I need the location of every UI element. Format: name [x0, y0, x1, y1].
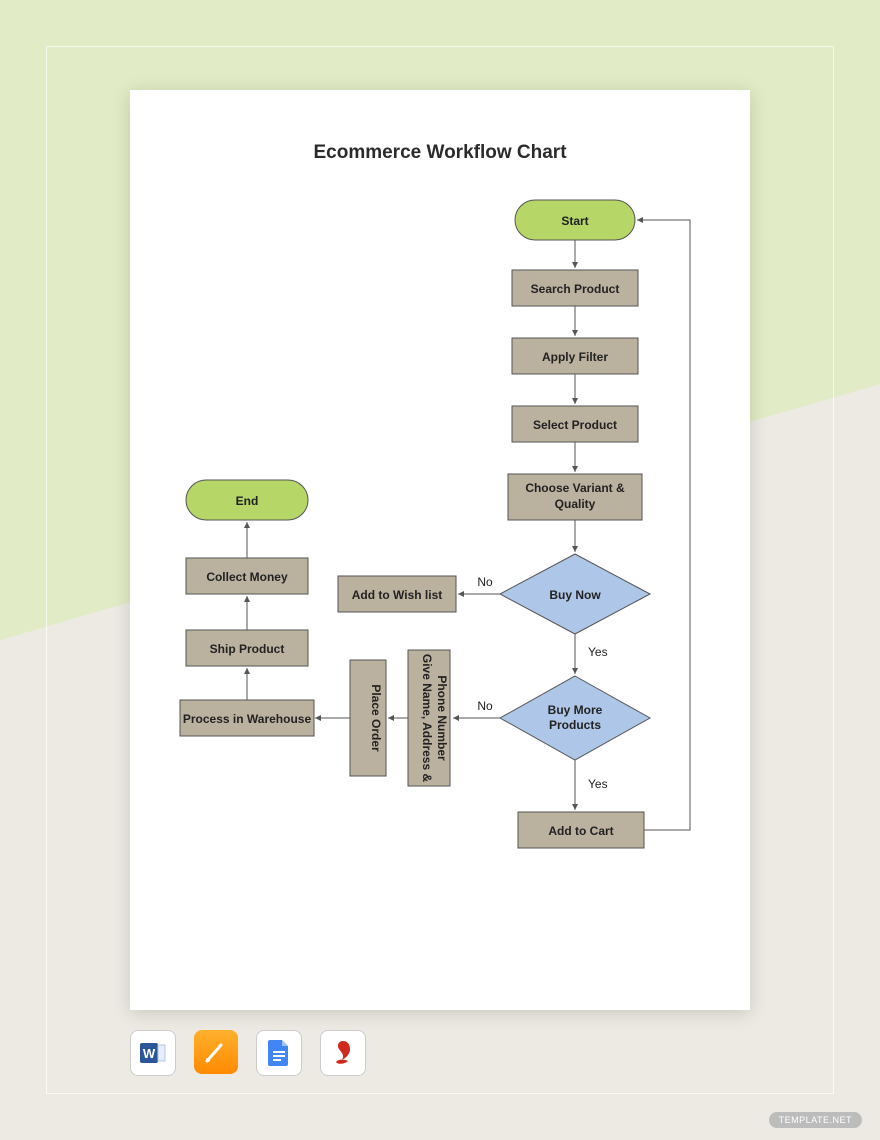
- edge-label-no: No: [477, 699, 493, 713]
- flowchart: Start Search Product Apply Filter Select…: [130, 90, 750, 1010]
- node-end-label: End: [236, 494, 259, 508]
- node-select-label: Select Product: [533, 418, 617, 432]
- format-icons-row: W: [130, 1030, 366, 1076]
- pages-icon[interactable]: [194, 1030, 238, 1074]
- node-warehouse-label: Process in Warehouse: [183, 712, 312, 726]
- node-start-label: Start: [561, 214, 588, 228]
- edge-label-yes: Yes: [588, 777, 608, 791]
- flow-loop: [637, 220, 690, 830]
- node-give-l2: Phone Number: [435, 675, 449, 761]
- node-ship-label: Ship Product: [210, 642, 285, 656]
- svg-text:W: W: [143, 1046, 156, 1061]
- watermark-badge: TEMPLATE.NET: [769, 1112, 862, 1128]
- node-buymore-l1: Buy More: [548, 703, 603, 717]
- edge-label-yes: Yes: [588, 645, 608, 659]
- gdocs-icon[interactable]: [256, 1030, 302, 1076]
- node-buymore-l2: Products: [549, 718, 601, 732]
- edge-label-no: No: [477, 575, 493, 589]
- node-wishlist-label: Add to Wish list: [352, 588, 443, 602]
- word-icon[interactable]: W: [130, 1030, 176, 1076]
- node-addcart-label: Add to Cart: [548, 824, 613, 838]
- node-place-label: Place Order: [369, 684, 383, 752]
- template-preview-card: Ecommerce Workflow Chart Start Search Pr…: [0, 0, 880, 1140]
- document-page: Ecommerce Workflow Chart Start Search Pr…: [130, 90, 750, 1010]
- node-variant-l2: Quality: [555, 497, 596, 511]
- pdf-icon[interactable]: [320, 1030, 366, 1076]
- node-buynow-label: Buy Now: [549, 588, 601, 602]
- node-search-label: Search Product: [531, 282, 620, 296]
- node-collect-label: Collect Money: [206, 570, 288, 584]
- node-variant-l1: Choose Variant &: [525, 481, 625, 495]
- node-filter-label: Apply Filter: [542, 350, 608, 364]
- node-give-l1: Give Name, Address &: [420, 654, 434, 783]
